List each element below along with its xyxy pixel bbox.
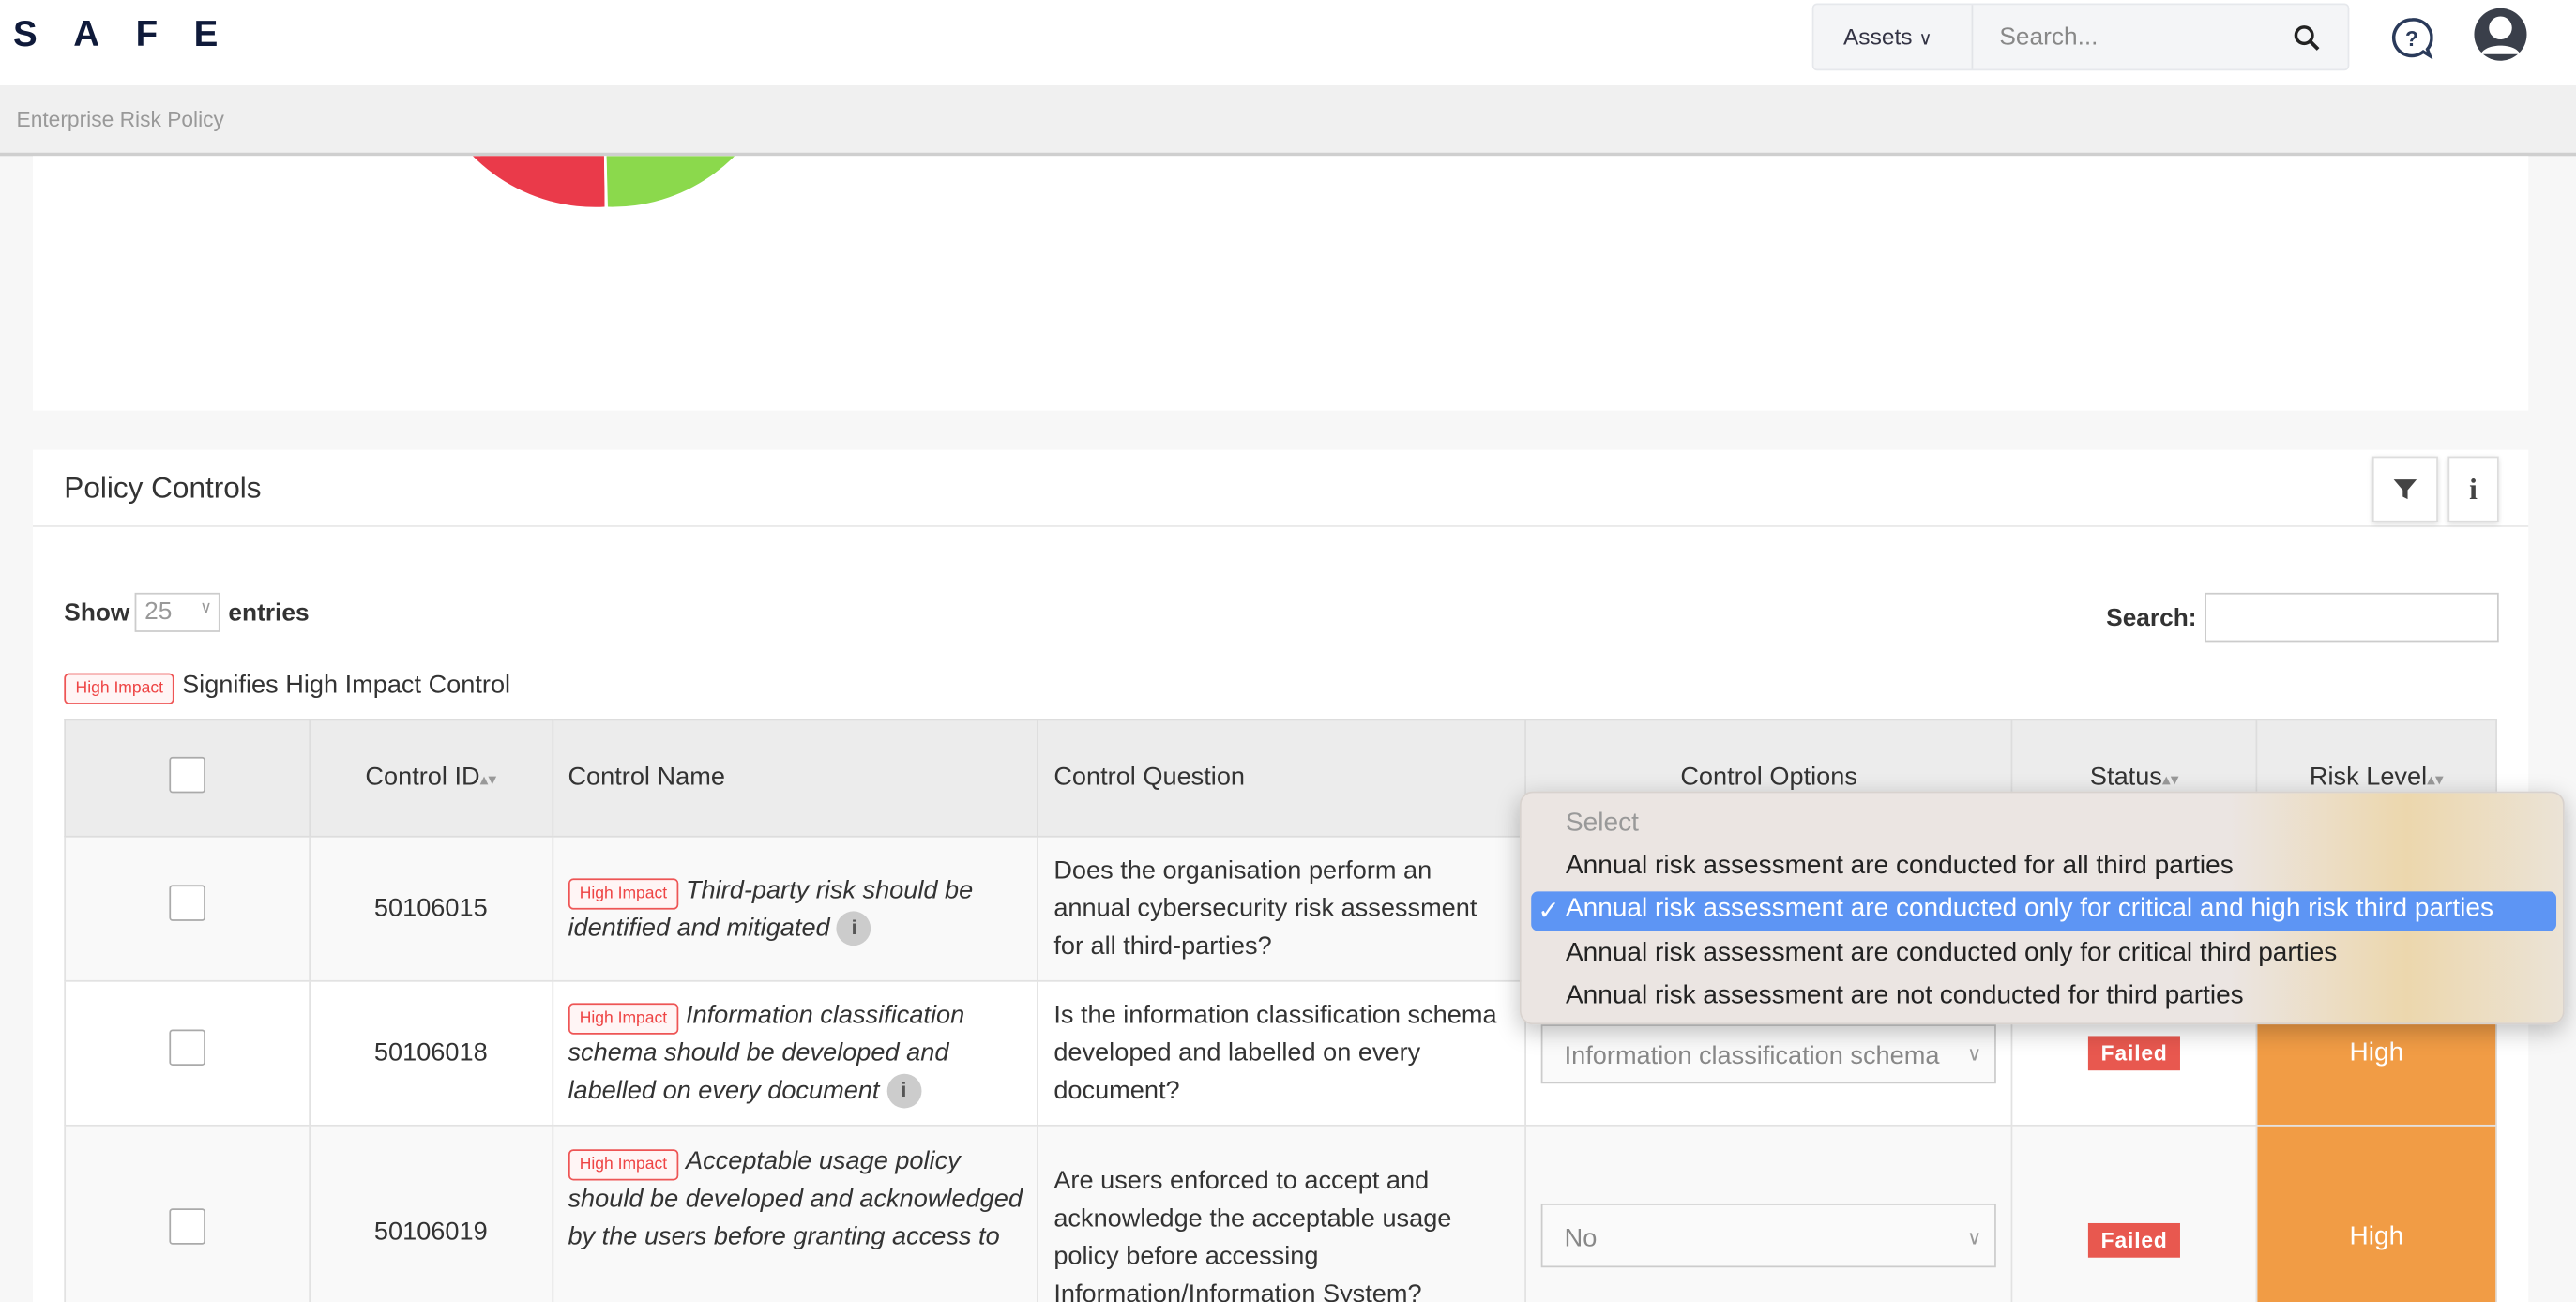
status-badge: Failed	[2087, 1036, 2181, 1071]
safe-logo[interactable]: SAFE	[13, 13, 254, 56]
control-options-dropdown: Select Annual risk assessment are conduc…	[1519, 791, 2565, 1025]
show-label: Show	[64, 598, 130, 628]
table-search-label: Search:	[2106, 604, 2197, 632]
dropdown-option[interactable]: Annual risk assessment are conducted onl…	[1566, 939, 2337, 969]
section-title: Policy Controls	[64, 471, 262, 505]
row-select	[64, 1124, 311, 1302]
chevron-down-icon: ∨	[1918, 29, 1932, 50]
control-name-cell: High Impact Third-party risk should be i…	[551, 835, 1039, 982]
control-name-cell: High Impact Information classification s…	[551, 979, 1039, 1127]
control-question: Is the information classification schema…	[1037, 979, 1527, 1127]
global-search-group: Assets ∨	[1811, 3, 2350, 71]
control-id: 50106019	[308, 1124, 553, 1302]
chart-card	[33, 156, 2529, 411]
svg-text:?: ?	[2405, 26, 2418, 51]
status-badge: Failed	[2087, 1222, 2181, 1258]
chevron-down-icon: ∨	[200, 598, 212, 618]
chevron-down-icon: ∨	[1967, 1226, 1982, 1249]
sort-icon: ▴▾	[2161, 771, 2179, 790]
legend: High Impact Signifies High Impact Contro…	[64, 671, 511, 705]
control-options-cell: No ∨	[1524, 1124, 2013, 1302]
risk-level: High	[2255, 1124, 2497, 1302]
breadcrumb-item[interactable]: Enterprise Risk Policy	[17, 107, 224, 131]
select-all-checkbox[interactable]	[169, 756, 205, 793]
entries-label: entries	[228, 598, 310, 628]
top-header: SAFE Assets ∨ ?	[0, 0, 2576, 86]
table-row: 50106019 High Impact Acceptable usage po…	[64, 1124, 2497, 1302]
chevron-down-icon: ∨	[1967, 1041, 1982, 1066]
info-icon[interactable]: i	[886, 1074, 921, 1110]
entries-value: 25	[144, 598, 173, 626]
pie-slice-red-lower	[473, 156, 605, 207]
divider	[33, 525, 2529, 527]
select-all-header	[64, 719, 311, 838]
divider	[1971, 5, 1974, 69]
sort-icon: ▴▾	[479, 771, 497, 790]
selected-option: No	[1564, 1224, 1598, 1253]
pie-slice-green	[606, 156, 735, 207]
col-label: Status	[2089, 763, 2162, 792]
search-icon[interactable]	[2294, 24, 2320, 51]
breadcrumb: Enterprise Risk Policy	[0, 85, 2576, 157]
row-checkbox[interactable]	[169, 1208, 205, 1245]
selected-option: Information classification schema	[1564, 1041, 1940, 1070]
high-impact-badge: High Impact	[568, 1003, 679, 1035]
assets-dropdown[interactable]: Assets ∨	[1843, 23, 1932, 50]
dropdown-option[interactable]: Annual risk assessment are not conducted…	[1566, 982, 2244, 1012]
col-control-id[interactable]: Control ID▴▾	[308, 719, 553, 838]
col-label: Risk Level	[2309, 763, 2428, 792]
legend-text: Signifies High Impact Control	[182, 671, 511, 700]
row-checkbox[interactable]	[169, 1029, 205, 1066]
help-icon[interactable]: ?	[2390, 17, 2433, 60]
info-icon: i	[2469, 472, 2478, 506]
option-label: Annual risk assessment are conducted onl…	[1565, 894, 2493, 923]
col-control-question: Control Question	[1037, 719, 1527, 838]
control-option-select[interactable]: Information classification schema ∨	[1541, 1023, 1997, 1083]
global-search-input[interactable]	[1981, 11, 2278, 63]
high-impact-badge: High Impact	[568, 877, 679, 909]
filter-icon	[2393, 479, 2417, 500]
control-option-select[interactable]: No ∨	[1541, 1203, 1997, 1268]
dropdown-option-placeholder[interactable]: Select	[1566, 810, 1639, 840]
high-impact-badge: High Impact	[64, 674, 175, 705]
user-avatar-icon[interactable]	[2473, 7, 2529, 63]
control-id: 50106015	[308, 835, 553, 982]
col-control-name: Control Name	[551, 719, 1039, 838]
row-select	[64, 835, 311, 982]
row-checkbox[interactable]	[169, 885, 205, 921]
col-label: Control ID	[365, 763, 480, 792]
high-impact-badge: High Impact	[568, 1149, 679, 1181]
info-icon[interactable]: i	[837, 911, 871, 946]
dropdown-option-selected[interactable]: ✓ Annual risk assessment are conducted on…	[1531, 891, 2557, 931]
assets-label: Assets	[1842, 23, 1913, 50]
table-search-input[interactable]	[2205, 592, 2499, 643]
dropdown-option[interactable]: Annual risk assessment are conducted for…	[1566, 852, 2234, 882]
control-question: Are users enforced to accept and acknowl…	[1037, 1124, 1527, 1302]
control-name-cell: High Impact Acceptable usage policy shou…	[551, 1124, 1039, 1302]
sort-icon: ▴▾	[2427, 771, 2444, 790]
pie-chart	[473, 156, 735, 209]
filter-button[interactable]	[2371, 456, 2438, 522]
row-select	[64, 979, 311, 1127]
control-question: Does the organisation perform an annual …	[1037, 835, 1527, 982]
info-button[interactable]: i	[2447, 456, 2499, 522]
control-id: 50106018	[308, 979, 553, 1127]
entries-select[interactable]: 25 ∨	[134, 592, 220, 632]
status-cell: Failed	[2010, 1124, 2258, 1302]
checkmark-icon: ✓	[1538, 898, 1560, 927]
